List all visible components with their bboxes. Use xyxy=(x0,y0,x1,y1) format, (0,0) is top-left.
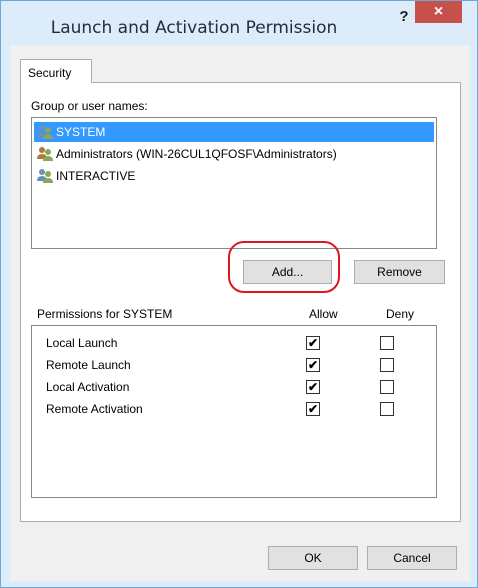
permission-row-local-activation: Local Activation ✔ xyxy=(32,377,436,399)
close-button[interactable]: × xyxy=(415,1,462,23)
permission-row-remote-activation: Remote Activation ✔ xyxy=(32,399,436,421)
user-group-icon xyxy=(36,124,54,140)
user-group-icon xyxy=(36,168,54,184)
allow-checkbox[interactable]: ✔ xyxy=(306,402,320,416)
permissions-list: Local Launch ✔ Remote Launch ✔ Local Act… xyxy=(31,325,437,498)
tab-security[interactable]: Security xyxy=(20,59,92,83)
cancel-button[interactable]: Cancel xyxy=(367,546,457,570)
user-name: SYSTEM xyxy=(56,125,106,139)
title-bar: Launch and Activation Permission ? × xyxy=(1,1,477,45)
allow-checkbox[interactable]: ✔ xyxy=(306,380,320,394)
permissions-label: Permissions for SYSTEM xyxy=(37,307,173,321)
list-item-system[interactable]: SYSTEM xyxy=(34,122,434,142)
help-button[interactable]: ? xyxy=(391,7,417,29)
dialog-title: Launch and Activation Permission xyxy=(50,18,338,38)
permission-name: Local Activation xyxy=(46,380,130,394)
group-user-names-label: Group or user names: xyxy=(31,99,148,113)
user-group-icon xyxy=(36,146,54,162)
permission-name: Local Launch xyxy=(46,336,118,350)
ok-button[interactable]: OK xyxy=(268,546,358,570)
deny-checkbox[interactable] xyxy=(380,358,394,372)
add-button-highlight xyxy=(228,241,340,293)
deny-checkbox[interactable] xyxy=(380,402,394,416)
permission-row-local-launch: Local Launch ✔ xyxy=(32,333,436,355)
list-item-interactive[interactable]: INTERACTIVE xyxy=(34,166,135,186)
user-name: Administrators (WIN-26CUL1QFOSF\Administ… xyxy=(56,147,337,161)
permission-name: Remote Activation xyxy=(46,402,143,416)
list-item-administrators[interactable]: Administrators (WIN-26CUL1QFOSF\Administ… xyxy=(34,144,337,164)
permission-name: Remote Launch xyxy=(46,358,131,372)
allow-checkbox[interactable]: ✔ xyxy=(306,336,320,350)
deny-checkbox[interactable] xyxy=(380,380,394,394)
deny-checkbox[interactable] xyxy=(380,336,394,350)
deny-header: Deny xyxy=(386,307,415,321)
user-name: INTERACTIVE xyxy=(56,169,136,183)
permission-dialog: Launch and Activation Permission ? × Sec… xyxy=(0,0,478,588)
permission-row-remote-launch: Remote Launch ✔ xyxy=(32,355,436,377)
allow-header: Allow xyxy=(309,307,338,321)
remove-button[interactable]: Remove xyxy=(354,260,445,284)
user-list[interactable]: SYSTEM Administrators (WIN-26CUL1QFOSF\A… xyxy=(31,117,437,249)
allow-checkbox[interactable]: ✔ xyxy=(306,358,320,372)
dialog-client-area: Security Group or user names: SYSTEM Adm… xyxy=(10,45,470,581)
